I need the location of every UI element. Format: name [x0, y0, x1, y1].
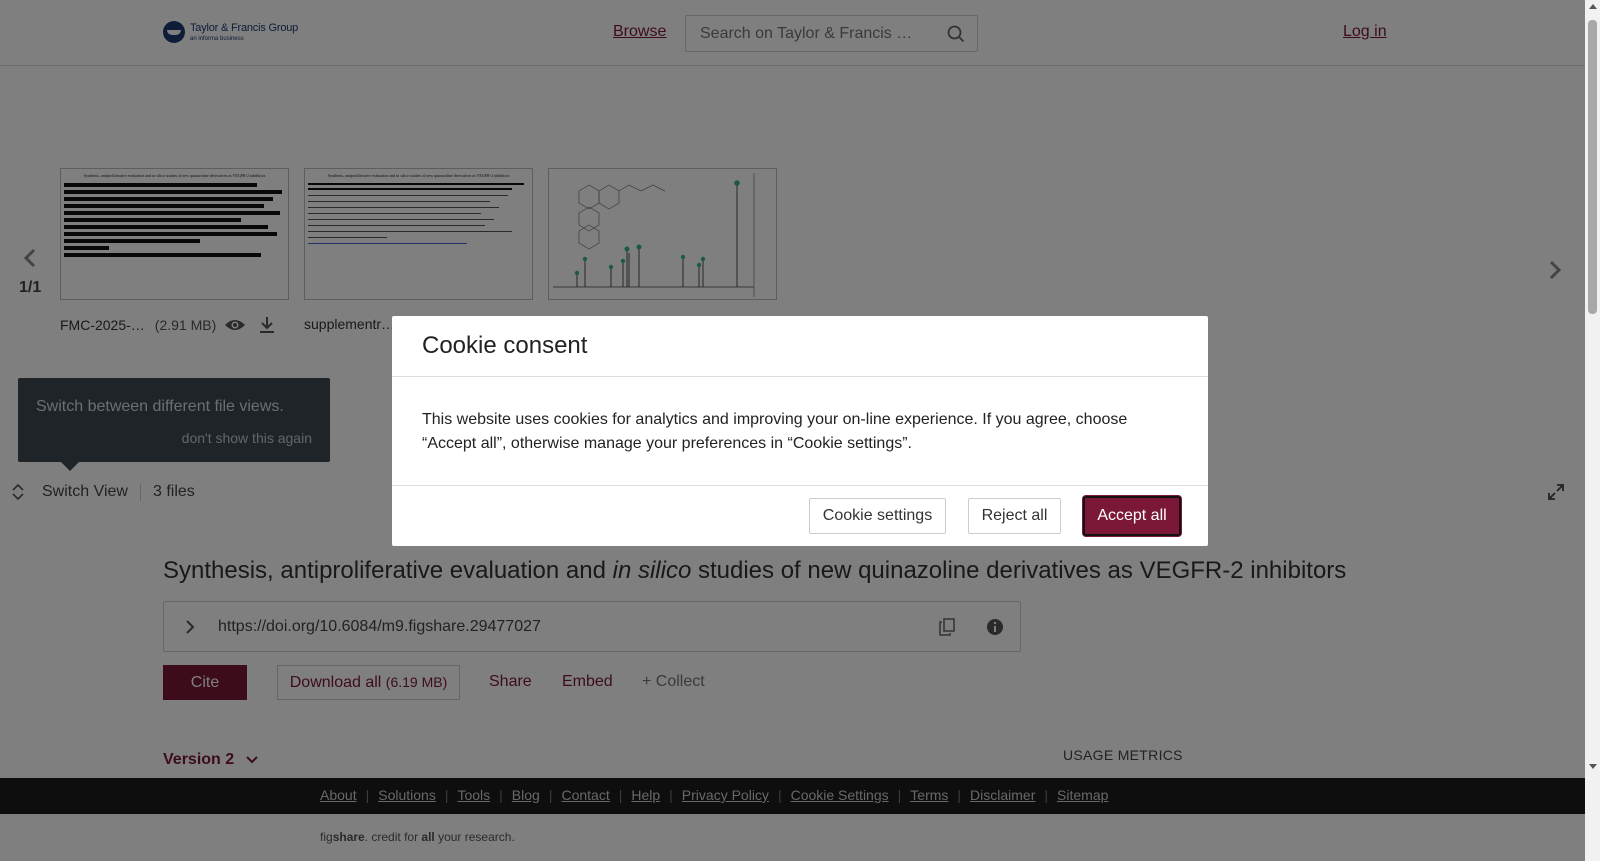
dialog-body: This website uses cookies for analytics … [422, 411, 1128, 452]
scrollbar-thumb[interactable] [1588, 20, 1597, 314]
scroll-down-arrow-icon[interactable] [1589, 764, 1597, 769]
accept-all-button[interactable]: Accept all [1083, 496, 1181, 536]
dialog-divider [392, 376, 1208, 377]
reject-all-button[interactable]: Reject all [968, 498, 1061, 534]
dialog-divider [392, 485, 1208, 486]
dialog-title: Cookie consent [422, 332, 588, 359]
scroll-up-arrow-icon[interactable] [1589, 4, 1597, 9]
cookie-settings-button[interactable]: Cookie settings [809, 498, 946, 534]
page-scrollbar[interactable] [1585, 0, 1600, 861]
cookie-consent-dialog: Cookie consent This website uses cookies… [392, 316, 1208, 546]
